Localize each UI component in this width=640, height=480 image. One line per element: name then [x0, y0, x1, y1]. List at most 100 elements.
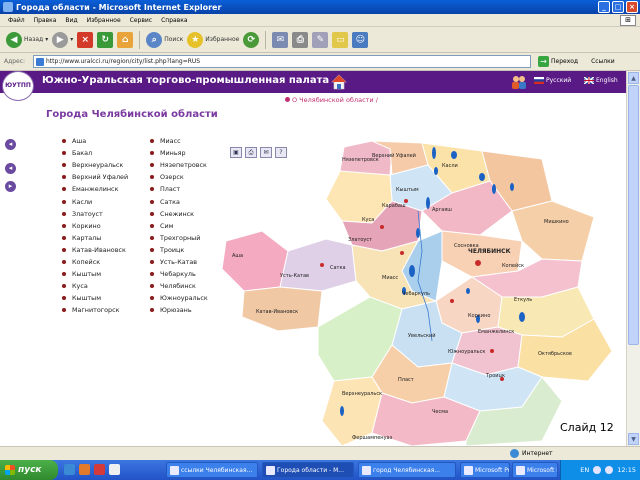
media-icon[interactable] [79, 464, 90, 475]
mail-icon[interactable]: ✉ [260, 147, 272, 158]
city-link[interactable]: Бакал [62, 147, 128, 159]
map-city-marker[interactable] [400, 251, 404, 255]
language-indicator[interactable]: EN [580, 466, 589, 474]
help-icon[interactable]: ? [275, 147, 287, 158]
back-button[interactable]: ◀ Назад ▾ [6, 31, 48, 48]
city-link[interactable]: Кыштым [62, 268, 128, 280]
city-link[interactable]: Еманжелинск [62, 183, 128, 195]
home-icon[interactable]: ⌂ [117, 31, 134, 48]
city-link[interactable]: Коркино [62, 220, 128, 232]
city-link[interactable]: Аша [62, 135, 128, 147]
map-city-marker[interactable] [320, 263, 324, 267]
city-link[interactable]: Касли [62, 195, 128, 207]
city-link[interactable]: Челябинск [150, 280, 208, 292]
city-link[interactable]: Трехгорный [150, 232, 208, 244]
map-district-krasnoarmeysk[interactable] [511, 200, 595, 262]
map-label-troitsk: Троицк [485, 373, 505, 379]
maximize-button[interactable]: □ [612, 1, 624, 13]
map-district-asha[interactable] [222, 230, 289, 292]
bullet-icon [150, 151, 154, 156]
map-city-marker[interactable] [475, 260, 481, 266]
menu-favorites[interactable]: Избранное [87, 17, 121, 24]
city-link[interactable]: Сим [150, 220, 208, 232]
map-city-marker[interactable] [450, 299, 454, 303]
city-link[interactable]: Верхнеуральск [62, 159, 128, 171]
menu-tools[interactable]: Сервис [130, 17, 152, 24]
tray-icon[interactable] [605, 466, 614, 474]
edit-icon[interactable]: ✎ [312, 31, 329, 48]
city-link[interactable]: Озерск [150, 171, 208, 183]
city-link[interactable]: Троицк [150, 244, 208, 256]
city-link[interactable]: Кыштым [62, 292, 128, 304]
city-link[interactable]: Сатка [150, 195, 208, 207]
vertical-scrollbar[interactable]: ▲ ▼ [626, 71, 640, 446]
bullet-icon [62, 247, 66, 252]
language-russian-link[interactable]: Русский [534, 77, 571, 84]
city-link[interactable]: Южноуральск [150, 292, 208, 304]
city-link[interactable]: Катав-Ивановск [62, 244, 128, 256]
messenger-icon[interactable]: ☺ [352, 31, 369, 48]
folder-icon[interactable]: ▭ [332, 31, 349, 48]
ie-icon[interactable] [64, 464, 75, 475]
chevron-down-icon[interactable]: ▾ [70, 36, 73, 43]
city-link[interactable]: Магнитогорск [62, 304, 128, 316]
search-button[interactable]: ⌕ Поиск [146, 31, 183, 48]
minimize-button[interactable]: _ [598, 1, 610, 13]
city-link[interactable]: Чебаркуль [150, 268, 208, 280]
mail-icon[interactable]: ✉ [272, 31, 289, 48]
city-link[interactable]: Нязепетровск [150, 159, 208, 171]
nav-arrow-right-icon[interactable]: ▸ [5, 181, 16, 192]
desktop-icon[interactable] [109, 464, 120, 475]
scroll-down-icon[interactable]: ▼ [628, 433, 639, 445]
address-input[interactable]: http://www.uralcci.ru/region/city/list.p… [33, 55, 531, 68]
tray-icon[interactable] [593, 466, 602, 474]
city-link[interactable]: Миасс [150, 135, 208, 147]
taskbar-item[interactable]: Microsoft PowerPoint... [512, 462, 558, 478]
city-link[interactable]: Карталы [62, 232, 128, 244]
scroll-up-icon[interactable]: ▲ [628, 72, 639, 84]
city-link[interactable]: Куса [62, 280, 128, 292]
go-button[interactable]: → Переход [538, 56, 578, 67]
save-icon[interactable]: ▣ [230, 147, 242, 158]
print-icon[interactable]: ⎙ [245, 147, 257, 158]
city-link[interactable]: Миньяр [150, 147, 208, 159]
forward-button[interactable]: ▶ ▾ [52, 31, 73, 48]
map-city-marker[interactable] [490, 349, 494, 353]
opera-icon[interactable] [94, 464, 105, 475]
city-link[interactable]: Златоуст [62, 208, 128, 220]
links-button[interactable]: Ссылки [591, 58, 615, 65]
city-link[interactable]: Копейск [62, 256, 128, 268]
city-link[interactable]: Усть-Катав [150, 256, 208, 268]
city-link[interactable]: Верхний Уфалей [62, 171, 128, 183]
taskbar-item[interactable]: город Челябинская... [358, 462, 456, 478]
taskbar-item[interactable]: Microsoft PowerPoint... [460, 462, 510, 478]
taskbar-item[interactable]: ссылки Челябинская... [166, 462, 258, 478]
city-link[interactable]: Юрюзань [150, 304, 208, 316]
people-icon[interactable] [510, 74, 528, 90]
chevron-down-icon[interactable]: ▾ [45, 36, 48, 43]
home-icon[interactable] [330, 73, 348, 91]
language-english-link[interactable]: English [584, 77, 618, 84]
site-logo[interactable]: ЮУТПП [2, 71, 34, 101]
region-map[interactable]: Нязепетровск Верхний Уфалей Касли Кыштым… [222, 141, 626, 446]
print-icon[interactable]: ⎙ [292, 31, 309, 48]
nav-arrow-back-icon[interactable]: ◂ [5, 163, 16, 174]
breadcrumb[interactable]: О Челябинской области / [285, 96, 378, 104]
menu-view[interactable]: Вид [65, 17, 77, 24]
menu-help[interactable]: Справка [161, 17, 187, 24]
map-city-marker[interactable] [380, 225, 384, 229]
refresh-icon[interactable]: ↻ [97, 31, 114, 48]
stop-icon[interactable]: × [77, 31, 94, 48]
menu-file[interactable]: Файл [8, 17, 25, 24]
taskbar-item[interactable]: Города области - М... [262, 462, 354, 478]
scroll-thumb[interactable] [628, 85, 639, 345]
start-button[interactable]: пуск [0, 460, 58, 480]
nav-arrow-left-icon[interactable]: ◂ [5, 139, 16, 150]
city-link[interactable]: Снежинск [150, 208, 208, 220]
menu-edit[interactable]: Правка [34, 17, 57, 24]
history-icon[interactable]: ⟳ [243, 31, 260, 48]
window-titlebar[interactable]: Города области - Microsoft Internet Expl… [0, 0, 640, 14]
close-button[interactable]: × [626, 1, 638, 13]
city-link[interactable]: Пласт [150, 183, 208, 195]
favorites-button[interactable]: ★ Избранное [187, 31, 239, 48]
